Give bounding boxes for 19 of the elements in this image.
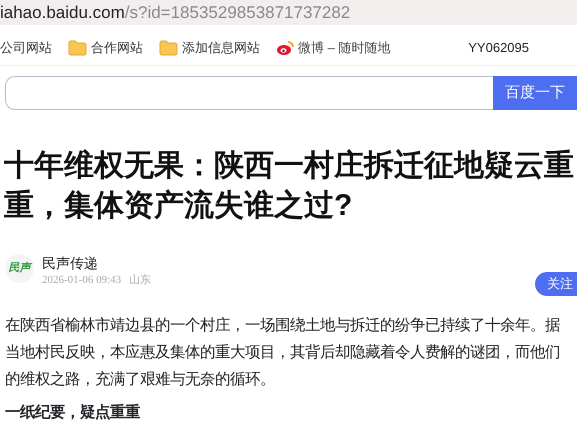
search-button[interactable]: 百度一下 xyxy=(493,76,577,110)
bookmark-label: YY062095 xyxy=(468,38,529,57)
eye-logo-icon xyxy=(276,40,294,56)
bookmark-link[interactable]: 公司网站 xyxy=(0,38,52,58)
article-title: 十年维权无果：陕西一村庄拆迁征地疑云重重，集体资产流失谁之过? xyxy=(4,148,575,224)
author-logo: 民声 xyxy=(5,254,34,283)
search-field[interactable] xyxy=(5,76,493,110)
section-heading: 一纸纪要，疑点重重 xyxy=(5,403,142,423)
publish-date: 2026-01-06 09:43 xyxy=(42,273,122,288)
bookmark-link[interactable]: 微博 – 随时随地 xyxy=(276,38,390,58)
bookmark-link[interactable]: 添加信息网站 xyxy=(159,38,260,58)
paragraph: 在陕西省榆林市靖边县的一个村庄，一场围绕土地与拆迁的纷争已持续了十余年。据当地村民反映，本应惠及集体的重大项目，其背后却隐藏着令人费解的谜团，而他们的维权之路，充满了艰难与无奈的循环。 xyxy=(5,316,561,390)
folder-icon xyxy=(68,40,87,56)
location: 山东 xyxy=(129,272,152,288)
bookmark-link[interactable]: 合作网站 xyxy=(68,38,143,58)
folder-icon xyxy=(159,40,178,56)
author-name: 民声传递 xyxy=(42,254,99,272)
follow-button[interactable]: 关注 xyxy=(535,272,577,296)
address-bar[interactable]: iahao.baidu.com/s?id=1853529853871737282 xyxy=(0,0,577,25)
